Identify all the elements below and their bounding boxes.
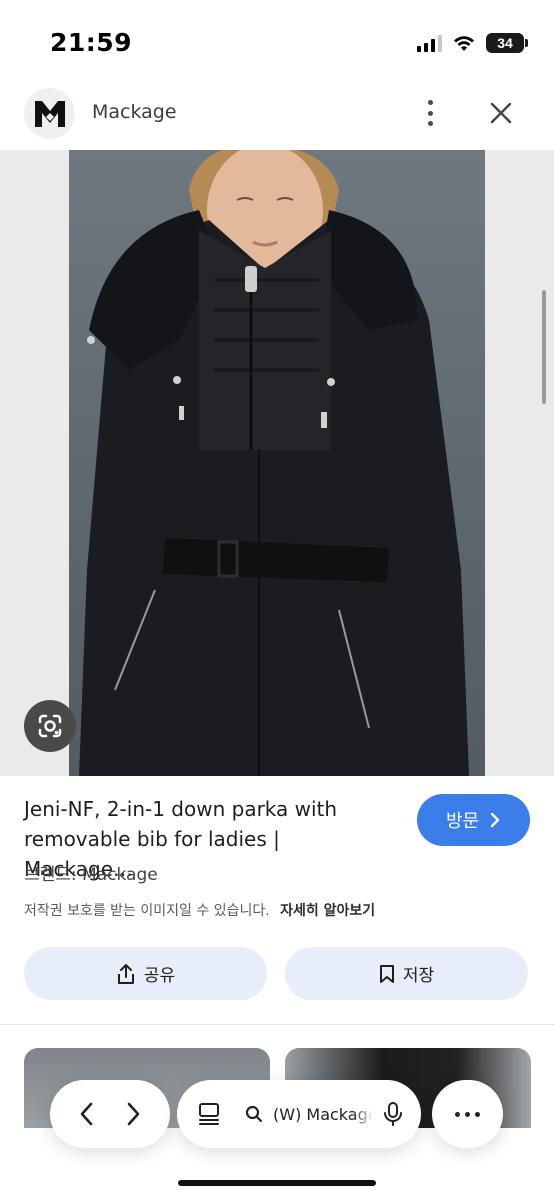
address-bar[interactable]: (W) Mackage <box>177 1080 421 1148</box>
site-header: Mackage <box>0 82 554 150</box>
divider <box>0 1024 554 1025</box>
save-button[interactable]: 저장 <box>285 947 528 1000</box>
mackage-logo[interactable] <box>24 88 75 139</box>
image-preview[interactable] <box>0 150 554 776</box>
address-text[interactable]: (W) Mackage <box>273 1105 373 1124</box>
home-indicator <box>178 1180 376 1186</box>
battery-level: 34 <box>497 35 513 51</box>
site-name[interactable]: Mackage <box>92 101 177 123</box>
scrollbar[interactable] <box>542 290 546 404</box>
copyright-text: 저작권 보호를 받는 이미지일 수 있습니다. <box>24 903 270 919</box>
brand-line: 브랜드: Mackage <box>24 865 158 885</box>
status-time: 21:59 <box>50 28 133 57</box>
more-horizontal-icon[interactable] <box>432 1080 503 1148</box>
close-icon[interactable] <box>486 98 516 128</box>
wifi-icon <box>454 36 474 51</box>
share-label: 공유 <box>143 966 176 986</box>
visit-button[interactable]: 방문 <box>417 794 530 846</box>
save-label: 저장 <box>402 966 435 986</box>
more-vertical-icon[interactable] <box>418 98 442 128</box>
tabs-icon[interactable] <box>197 1101 221 1127</box>
visit-button-label: 방문 <box>445 811 480 832</box>
status-bar: 21:59 34 <box>0 0 554 82</box>
bookmark-icon <box>379 964 394 983</box>
google-lens-icon[interactable] <box>24 700 76 752</box>
chevron-right-icon <box>490 812 500 828</box>
share-button[interactable]: 공유 <box>24 947 267 1000</box>
search-icon <box>245 1105 263 1123</box>
battery-icon: 34 <box>486 33 528 53</box>
chevron-right-icon[interactable] <box>123 1101 143 1127</box>
navigation-controls <box>50 1080 170 1148</box>
chevron-left-icon[interactable] <box>77 1101 97 1127</box>
product-photo[interactable] <box>69 150 485 776</box>
copyright-note: 저작권 보호를 받는 이미지일 수 있습니다. 자세히 알아보기 <box>24 900 375 920</box>
mic-icon[interactable] <box>383 1101 403 1127</box>
learn-more-link[interactable]: 자세히 알아보기 <box>280 903 375 919</box>
status-icons: 34 <box>417 33 528 53</box>
share-icon <box>117 963 134 984</box>
cellular-signal-icon <box>417 34 442 52</box>
